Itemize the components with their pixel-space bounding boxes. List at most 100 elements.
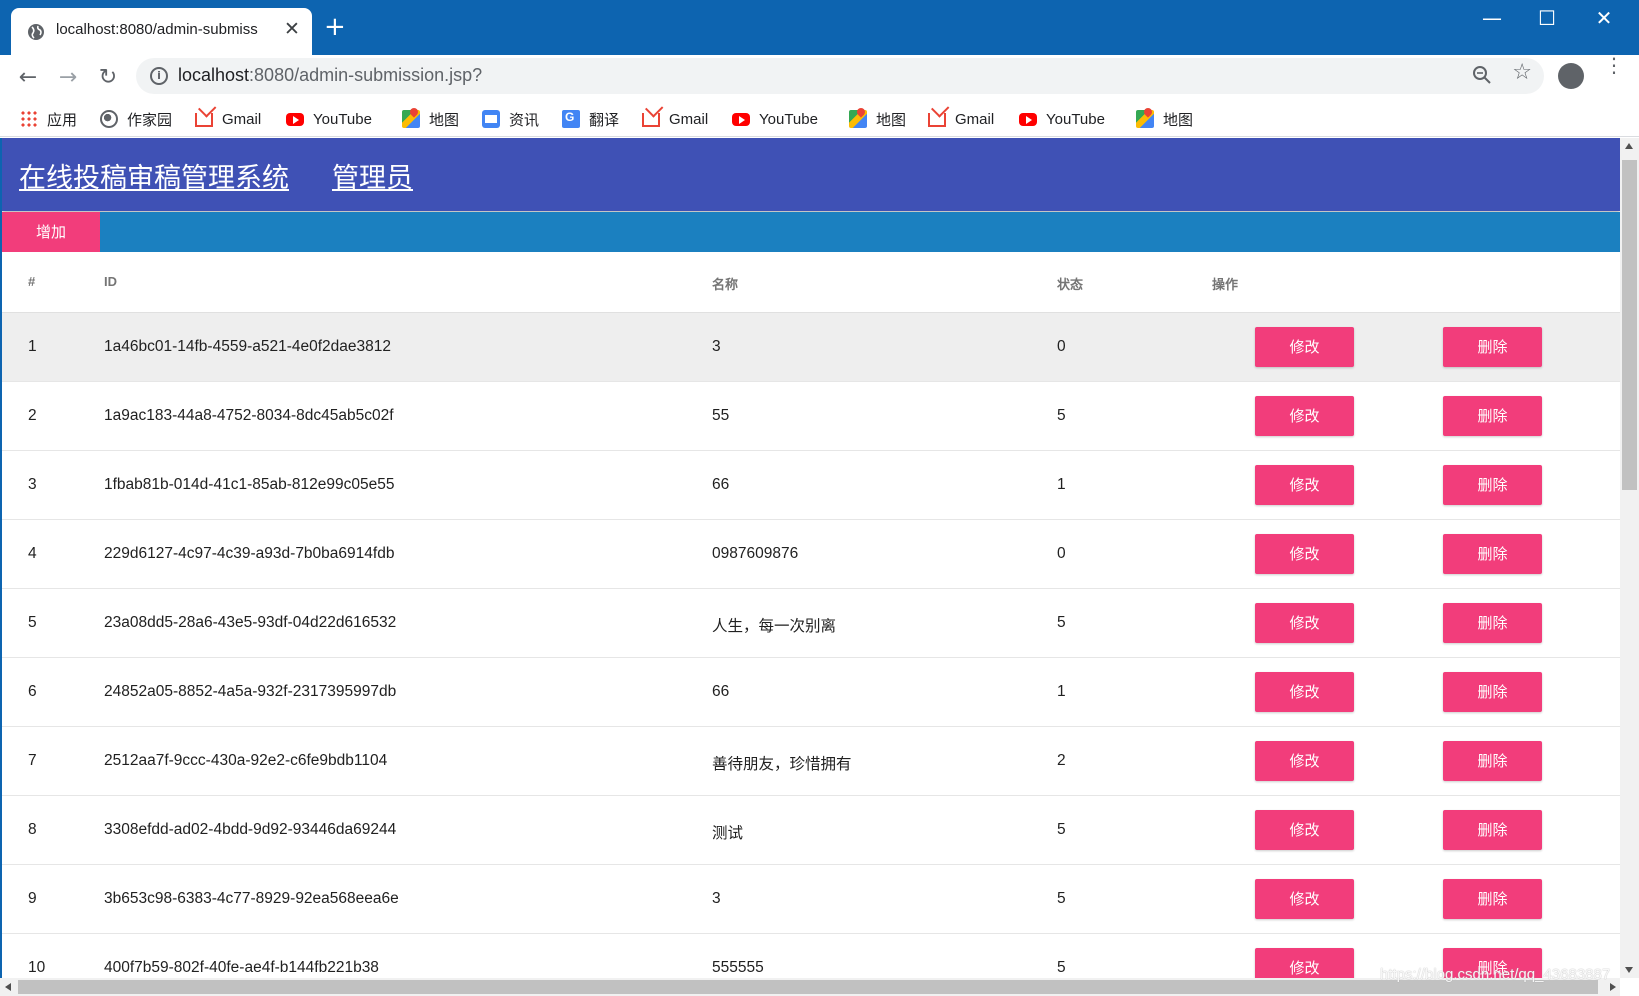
window-close-button[interactable]: ✕: [1584, 6, 1624, 30]
bookmark-youtube[interactable]: YouTube: [1019, 109, 1105, 129]
row-id: 1fbab81b-014d-41c1-85ab-812e99c05e55: [104, 476, 395, 493]
table-row: 4 229d6127-4c97-4c39-a93d-7b0ba6914fdb 098…: [2, 520, 1620, 589]
row-name: 人生，每一次别离: [712, 618, 837, 635]
address-bar[interactable]: i localhost:8080/admin-submission.jsp? ☆: [136, 58, 1544, 94]
url-host: localhost: [178, 65, 250, 85]
back-arrow-icon[interactable]: ←: [13, 63, 43, 93]
maps-icon: [849, 110, 867, 128]
edit-button[interactable]: 修改: [1255, 534, 1354, 574]
bookmark-zuojiayuan[interactable]: 作家园: [100, 109, 172, 129]
url-text[interactable]: localhost:8080/admin-submission.jsp?: [178, 65, 482, 86]
bookmark-news[interactable]: 资讯: [482, 109, 539, 129]
edit-button[interactable]: 修改: [1255, 810, 1354, 850]
vertical-scrollbar[interactable]: [1620, 138, 1639, 978]
delete-button[interactable]: 删除: [1443, 396, 1542, 436]
table-header: # ID 名称 状态 操作: [2, 252, 1620, 313]
delete-button[interactable]: 删除: [1443, 810, 1542, 850]
edit-button[interactable]: 修改: [1255, 741, 1354, 781]
delete-button[interactable]: 删除: [1443, 534, 1542, 574]
scroll-up-arrow-icon[interactable]: [1625, 143, 1633, 149]
bookmark-gmail[interactable]: Gmail: [195, 109, 261, 129]
bookmark-maps[interactable]: 地图: [1136, 109, 1193, 129]
delete-button[interactable]: 删除: [1443, 879, 1542, 919]
page-viewport: 在线投稿审稿管理系统 管理员 增加 # ID 名称 状态 操作 1 1a46bc0…: [2, 138, 1620, 978]
edit-button[interactable]: 修改: [1255, 603, 1354, 643]
news-icon: [482, 110, 500, 128]
scroll-right-arrow-icon[interactable]: [1610, 983, 1616, 991]
row-id: 24852a05-8852-4a5a-932f-2317395997db: [104, 683, 397, 700]
header-id: ID: [104, 274, 117, 289]
horizontal-scroll-thumb[interactable]: [18, 980, 1598, 994]
minimize-button[interactable]: —: [1472, 6, 1512, 30]
bookmark-gmail[interactable]: Gmail: [642, 109, 708, 129]
bookmark-maps[interactable]: 地图: [849, 109, 906, 129]
table-row: 8 3308efdd-ad02-4bdd-9d92-93446da69244 测试 5…: [2, 796, 1620, 865]
submission-table: # ID 名称 状态 操作 1 1a46bc01-14fb-4559-a521-4…: [2, 252, 1620, 978]
bookmark-maps[interactable]: 地图: [402, 109, 459, 129]
maps-icon: [402, 110, 420, 128]
scroll-left-arrow-icon[interactable]: [5, 983, 11, 991]
header-status: 状态: [1057, 277, 1084, 292]
edit-button[interactable]: 修改: [1255, 672, 1354, 712]
maximize-button[interactable]: ☐: [1527, 6, 1567, 30]
scroll-down-arrow-icon[interactable]: [1625, 967, 1633, 973]
delete-button[interactable]: 删除: [1443, 603, 1542, 643]
action-bar: 增加: [2, 212, 1620, 252]
forward-arrow-icon[interactable]: →: [53, 63, 83, 93]
new-tab-button[interactable]: +: [324, 14, 346, 40]
bookmark-label: YouTube: [313, 110, 372, 128]
row-number: 2: [28, 407, 37, 424]
bookmark-apps[interactable]: 应用: [20, 109, 77, 129]
more-menu-icon[interactable]: ⋮: [1604, 55, 1624, 75]
reload-icon[interactable]: ↻: [93, 63, 123, 93]
vertical-scroll-thumb[interactable]: [1622, 160, 1637, 490]
horizontal-scrollbar[interactable]: [0, 978, 1620, 996]
row-status: 2: [1057, 752, 1066, 769]
row-name: 55: [712, 407, 730, 424]
bookmark-label: Gmail: [955, 110, 995, 128]
bookmark-star-icon[interactable]: ☆: [1512, 60, 1532, 85]
add-button[interactable]: 增加: [2, 212, 100, 252]
browser-tab[interactable]: localhost:8080/admin-submiss ✕: [11, 8, 312, 55]
edit-button[interactable]: 修改: [1255, 327, 1354, 367]
row-status: 5: [1057, 821, 1066, 838]
brand-link[interactable]: 在线投稿审稿管理系统: [19, 156, 289, 195]
row-id: 1a46bc01-14fb-4559-a521-4e0f2dae3812: [104, 338, 391, 355]
header-actions: 操作: [1212, 277, 1239, 292]
edit-button[interactable]: 修改: [1255, 465, 1354, 505]
bookmark-label: 翻译: [589, 111, 620, 129]
table-row: 7 2512aa7f-9ccc-430a-92e2-c6fe9bdb1104 善待朋…: [2, 727, 1620, 796]
youtube-icon: [732, 112, 750, 126]
delete-button[interactable]: 删除: [1443, 465, 1542, 505]
admin-link[interactable]: 管理员: [332, 156, 413, 195]
bookmark-label: YouTube: [759, 110, 818, 128]
row-status: 5: [1057, 959, 1066, 976]
delete-button[interactable]: 删除: [1443, 327, 1542, 367]
edit-button[interactable]: 修改: [1255, 396, 1354, 436]
globe-icon: [28, 24, 44, 40]
bookmark-youtube[interactable]: YouTube: [286, 109, 372, 129]
row-number: 1: [28, 338, 37, 355]
bookmark-gmail[interactable]: Gmail: [928, 109, 994, 129]
delete-button[interactable]: 删除: [1443, 672, 1542, 712]
delete-button[interactable]: 删除: [1443, 741, 1542, 781]
edit-button[interactable]: 修改: [1255, 948, 1354, 978]
profile-avatar-icon[interactable]: [1558, 63, 1584, 89]
row-status: 0: [1057, 545, 1066, 562]
bookmark-translate[interactable]: 翻译: [562, 109, 619, 129]
bookmark-label: 应用: [47, 111, 78, 129]
translate-icon: [562, 110, 580, 128]
watermark: https://blog.csdn.net/qq_43683887: [1380, 966, 1611, 983]
tab-title: localhost:8080/admin-submiss: [56, 21, 258, 38]
edit-button[interactable]: 修改: [1255, 879, 1354, 919]
youtube-icon: [286, 112, 304, 126]
bookmark-youtube[interactable]: YouTube: [732, 109, 818, 129]
site-info-icon[interactable]: i: [150, 67, 168, 85]
row-id: 400f7b59-802f-40fe-ae4f-b144fb221b38: [104, 959, 379, 976]
tab-close-icon[interactable]: ✕: [281, 18, 303, 40]
browser-titlebar: localhost:8080/admin-submiss ✕ + — ☐ ✕: [0, 0, 1639, 55]
row-status: 0: [1057, 338, 1066, 355]
table-row: 10 400f7b59-802f-40fe-ae4f-b144fb221b38 55…: [2, 934, 1620, 978]
header-number: #: [28, 274, 36, 289]
zoom-icon[interactable]: [1472, 65, 1492, 85]
